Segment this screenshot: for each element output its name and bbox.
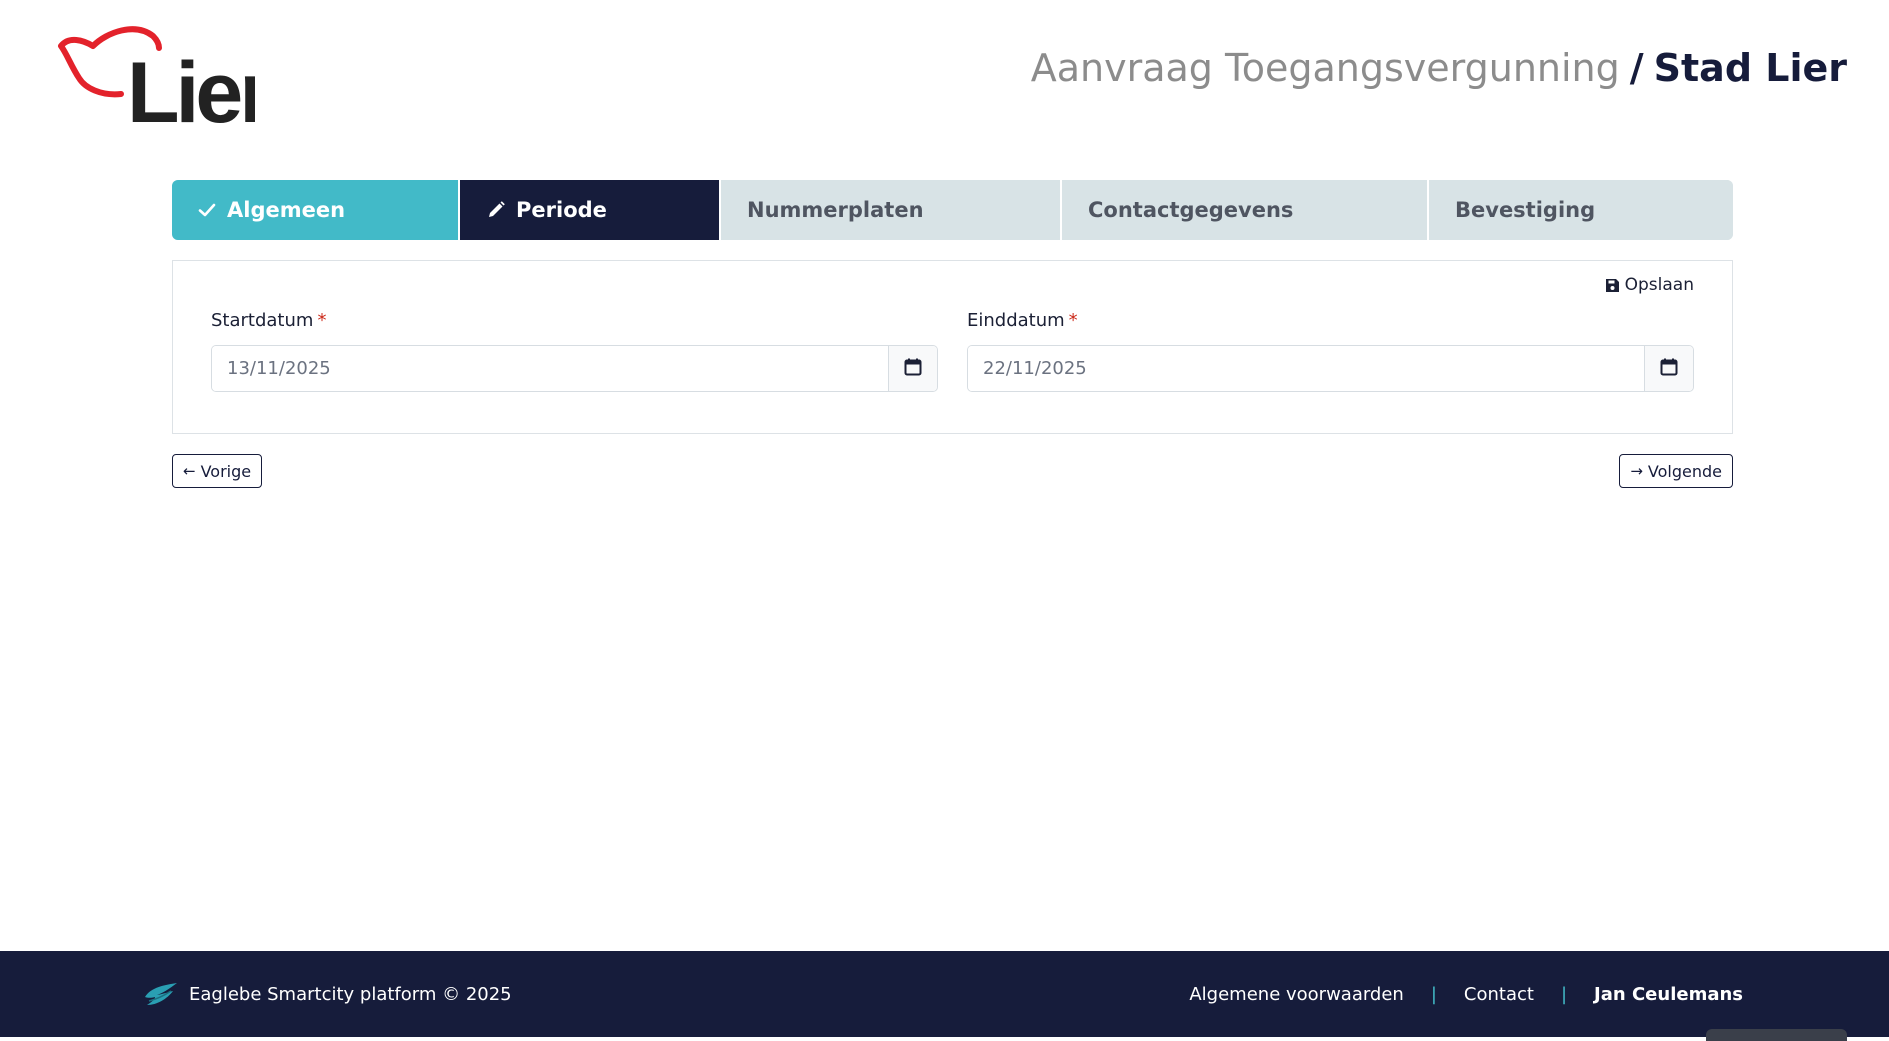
footer: Eaglebe Smartcity platform © 2025 Algeme…: [0, 951, 1889, 1037]
save-button[interactable]: Opslaan: [1605, 275, 1694, 295]
footer-brand: Eaglebe Smartcity platform © 2025: [143, 979, 512, 1009]
page-title-city: Stad Lier: [1653, 46, 1847, 90]
step-contactgegevens[interactable]: Contactgegevens: [1062, 180, 1429, 240]
end-date-field: Einddatum *: [967, 309, 1694, 392]
previous-button[interactable]: ← Vorige: [172, 454, 263, 488]
footer-brand-text: Eaglebe Smartcity platform © 2025: [189, 983, 512, 1005]
footer-links: Algemene voorwaarden | Contact | Jan Ceu…: [1189, 984, 1743, 1005]
page-title: Aanvraag Toegangsvergunning / Stad Lier: [1031, 44, 1847, 92]
step-bevestiging[interactable]: Bevestiging: [1429, 180, 1733, 240]
contact-link[interactable]: Contact: [1464, 984, 1534, 1005]
wizard-stepper: Algemeen Periode Nummerplaten Contactgeg…: [172, 180, 1733, 240]
end-date-input[interactable]: [968, 346, 1644, 391]
previous-label: Vorige: [200, 461, 252, 481]
step-label: Algemeen: [227, 198, 346, 222]
start-date-label-text: Startdatum: [211, 310, 314, 331]
step-label: Contactgegevens: [1088, 198, 1294, 222]
save-label: Opslaan: [1624, 275, 1694, 295]
arrow-left-icon: ←: [183, 462, 196, 480]
end-date-label-text: Einddatum: [967, 310, 1065, 331]
lier-logo: Lier: [55, 22, 255, 127]
arrow-right-icon: →: [1630, 462, 1643, 480]
required-marker: *: [317, 310, 327, 331]
check-icon: [196, 199, 218, 221]
start-date-calendar-button[interactable]: [888, 346, 937, 391]
required-marker: *: [1068, 310, 1078, 331]
user-menu[interactable]: Jan Ceulemans: [1594, 984, 1743, 1005]
end-date-input-group: [967, 345, 1694, 392]
page-title-main: Aanvraag Toegangsvergunning: [1030, 46, 1620, 90]
step-algemeen[interactable]: Algemeen: [172, 180, 460, 240]
start-date-input-group: [211, 345, 938, 392]
terms-link[interactable]: Algemene voorwaarden: [1189, 984, 1403, 1005]
start-date-input[interactable]: [212, 346, 888, 391]
next-label: Volgende: [1647, 461, 1722, 481]
start-date-label: Startdatum *: [211, 309, 938, 333]
end-date-label: Einddatum *: [967, 309, 1694, 333]
calendar-icon: [1660, 358, 1678, 380]
pencil-icon: [485, 199, 507, 221]
step-label: Nummerplaten: [747, 198, 924, 222]
footer-separator: |: [1560, 984, 1568, 1005]
logo-wordmark: Lier: [127, 45, 255, 127]
step-label: Bevestiging: [1455, 198, 1596, 222]
end-date-calendar-button[interactable]: [1644, 346, 1693, 391]
start-date-field: Startdatum *: [211, 309, 938, 392]
period-form-card: Opslaan Startdatum* Einddatum*: [172, 260, 1733, 434]
step-periode[interactable]: Periode: [460, 180, 721, 240]
footer-separator: |: [1430, 984, 1437, 1005]
calendar-icon: [904, 358, 922, 380]
floppy-disk-icon: [1605, 278, 1620, 293]
step-nummerplaten[interactable]: Nummerplaten: [721, 180, 1062, 240]
step-label: Periode: [516, 198, 607, 222]
corner-widget-tab[interactable]: [1706, 1029, 1847, 1041]
page-title-separator: /: [1629, 46, 1644, 90]
next-button[interactable]: → Volgende: [1619, 454, 1733, 488]
eaglebe-logo-icon: [143, 979, 179, 1009]
